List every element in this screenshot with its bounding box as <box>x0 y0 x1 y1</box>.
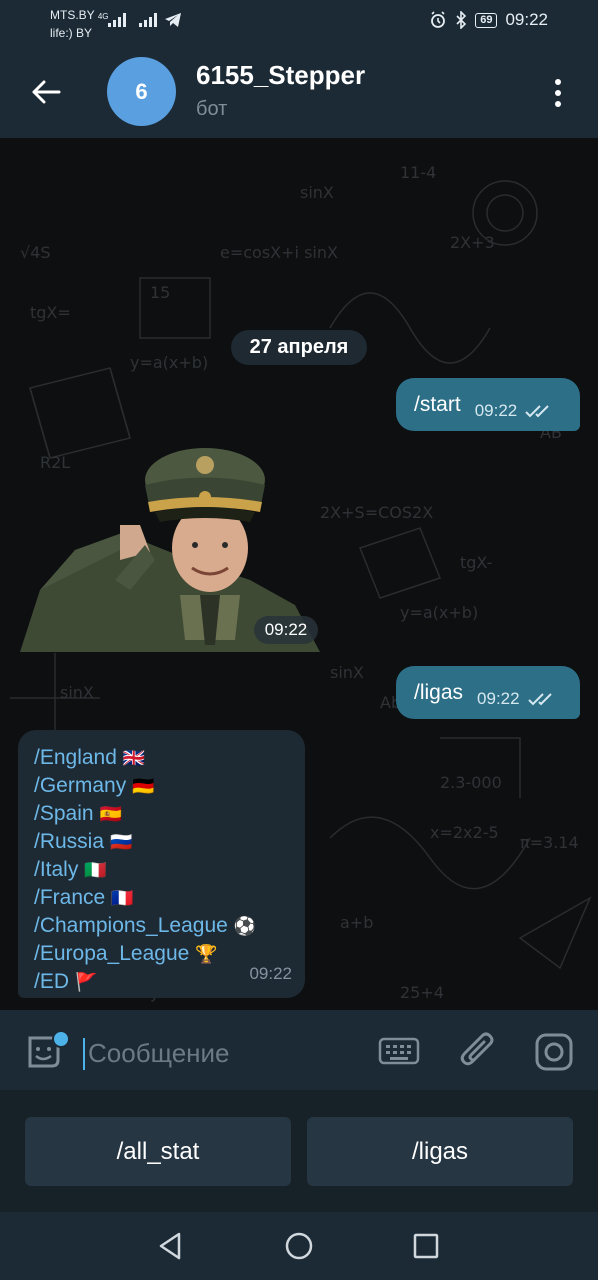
carrier-1: MTS.BY <box>50 8 95 22</box>
sticker-time: 09:22 <box>254 616 318 644</box>
alarm-icon <box>431 11 446 28</box>
svg-text:y=a(x+b): y=a(x+b) <box>130 353 208 372</box>
outgoing-message[interactable]: /start 09:22 <box>396 378 580 431</box>
command-link[interactable]: /Russia <box>34 830 104 853</box>
bluetooth-icon <box>456 11 467 29</box>
soccer-ball-icon: ⚽ <box>233 916 257 936</box>
message-time: 09:22 <box>249 964 292 983</box>
double-check-icon <box>525 404 549 417</box>
svg-text:sinX: sinX <box>330 663 364 682</box>
svg-text:y=a(x+b): y=a(x+b) <box>400 603 478 622</box>
command-link[interactable]: /Italy <box>34 858 78 881</box>
command-item[interactable]: /Russia 🇷🇺 <box>34 828 256 856</box>
svg-text:25+4: 25+4 <box>400 983 444 1002</box>
status-right: 69 09:22 <box>429 10 548 30</box>
chat-title[interactable]: 6155_Stepper <box>196 60 365 91</box>
svg-text:15: 15 <box>150 283 170 302</box>
chat-header: 6 6155_Stepper бот <box>0 44 598 138</box>
nav-home-icon[interactable] <box>283 1230 315 1262</box>
command-item[interactable]: /ED 🚩 <box>34 968 256 996</box>
carrier-info: MTS.BY 4G life:) BY <box>50 7 108 41</box>
svg-text:sinX: sinX <box>60 683 94 702</box>
date-divider: 27 апреля <box>231 330 367 365</box>
keyboard-button-all-stat[interactable]: /all_stat <box>25 1117 291 1186</box>
network-type: 4G <box>97 12 109 21</box>
text-cursor <box>83 1038 85 1070</box>
telegram-icon <box>165 13 181 27</box>
message-time: 09:22 <box>477 688 520 708</box>
flag-icon: 🇪🇸 <box>99 804 122 824</box>
message-text: /ligas <box>414 680 464 704</box>
keyboard-icon[interactable] <box>378 1036 420 1066</box>
chat-area[interactable]: e=cosX+i sinX 15 tgX= y=a(x+b) 11-4 2X+3… <box>0 138 598 1010</box>
message-text: /start <box>414 392 461 416</box>
notification-dot <box>52 1030 70 1048</box>
flag-icon: 🇩🇪 <box>132 776 155 796</box>
bot-keyboard: /all_stat /ligas <box>0 1090 598 1212</box>
message-composer <box>0 1010 598 1090</box>
message-input[interactable] <box>86 1030 370 1076</box>
svg-text:2.3-000: 2.3-000 <box>440 773 502 792</box>
svg-text:tgX=: tgX= <box>30 303 71 322</box>
nav-recents-icon[interactable] <box>410 1230 442 1262</box>
outgoing-message[interactable]: /ligas 09:22 <box>396 666 580 719</box>
red-flag-icon: 🚩 <box>75 972 98 992</box>
flag-icon: 🇷🇺 <box>110 832 133 852</box>
command-item[interactable]: /England 🇬🇧 <box>34 744 256 772</box>
svg-text:2X+3: 2X+3 <box>450 233 495 252</box>
camera-icon[interactable] <box>534 1032 574 1072</box>
back-arrow-icon[interactable] <box>28 74 64 110</box>
paperclip-icon[interactable] <box>458 1030 498 1072</box>
command-item[interactable]: /Italy 🇮🇹 <box>34 856 256 884</box>
chat-subtitle: бот <box>196 98 228 120</box>
svg-text:√4S: √4S <box>20 243 51 262</box>
incoming-message[interactable]: /England 🇬🇧 /Germany 🇩🇪 /Spain 🇪🇸 /Russia 🇷🇺… <box>18 730 305 998</box>
keyboard-button-ligas[interactable]: /ligas <box>307 1117 573 1186</box>
battery-icon: 69 <box>475 12 498 28</box>
flag-icon: 🇫🇷 <box>111 888 134 908</box>
double-check-icon <box>527 692 552 705</box>
system-nav-bar <box>0 1212 598 1280</box>
clock: 09:22 <box>505 10 548 29</box>
svg-text:tgX-: tgX- <box>460 553 492 572</box>
command-item[interactable]: /Germany 🇩🇪 <box>34 772 256 800</box>
command-item[interactable]: /Champions_League ⚽ <box>34 912 256 940</box>
command-link[interactable]: /France <box>34 886 105 909</box>
command-item[interactable]: /Europa_League 🏆 <box>34 940 256 968</box>
svg-text:a+b: a+b <box>340 913 373 932</box>
svg-text:11-4: 11-4 <box>400 163 436 182</box>
svg-text:π=3.14: π=3.14 <box>520 833 579 852</box>
svg-text:x=2x2-5: x=2x2-5 <box>430 823 499 842</box>
command-list: /England 🇬🇧 /Germany 🇩🇪 /Spain 🇪🇸 /Russia 🇷🇺… <box>34 744 256 996</box>
svg-text:e=cosX+i sinX: e=cosX+i sinX <box>220 243 338 262</box>
status-bar: MTS.BY 4G life:) BY 69 09:22 <box>0 0 598 44</box>
signal-icon-2 <box>139 13 157 27</box>
command-link[interactable]: /ED <box>34 970 69 993</box>
command-link[interactable]: /England <box>34 746 117 769</box>
carrier-2: life:) BY <box>50 26 93 40</box>
command-item[interactable]: /Spain 🇪🇸 <box>34 800 256 828</box>
signal-icon <box>108 13 126 27</box>
flag-icon: 🇮🇹 <box>84 860 107 880</box>
command-link[interactable]: /Germany <box>34 774 126 797</box>
command-link[interactable]: /Champions_League <box>34 914 228 937</box>
avatar[interactable]: 6 <box>107 57 176 126</box>
trophy-icon: 🏆 <box>195 944 218 964</box>
nav-back-icon[interactable] <box>155 1230 187 1262</box>
more-menu-icon[interactable] <box>546 76 570 110</box>
command-item[interactable]: /France 🇫🇷 <box>34 884 256 912</box>
svg-text:2X+S=COS2X: 2X+S=COS2X <box>320 503 433 522</box>
message-time: 09:22 <box>474 400 518 420</box>
command-link[interactable]: /Europa_League <box>34 942 189 965</box>
flag-icon: 🇬🇧 <box>122 748 146 768</box>
command-link[interactable]: /Spain <box>34 802 94 825</box>
svg-text:sinX: sinX <box>300 183 334 202</box>
